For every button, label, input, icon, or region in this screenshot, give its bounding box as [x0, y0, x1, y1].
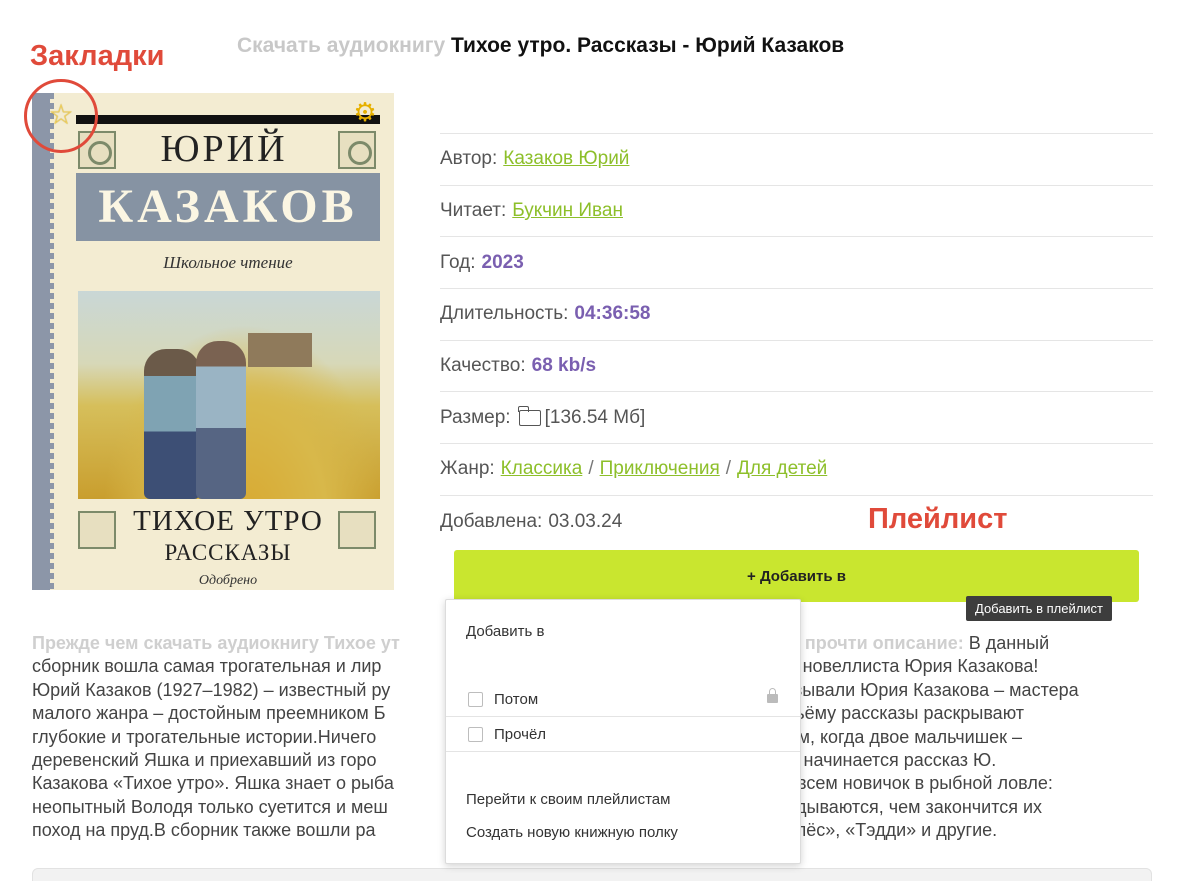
- info-row-genre: Жанр: Классика / Приключения / Для детей: [440, 444, 1153, 496]
- checkbox[interactable]: [468, 692, 483, 707]
- description-lead: Прежде чем скачать аудиокнигу Тихое ут: [32, 633, 400, 653]
- genre-label: Жанр:: [440, 458, 495, 480]
- go-to-playlists-link[interactable]: Перейти к своим плейлистам: [466, 791, 670, 808]
- add-to-playlist-tooltip: Добавить в плейлист: [966, 596, 1113, 621]
- folder-icon: [518, 405, 541, 426]
- description-text: глубокие и трогательные истории.Ничего: [32, 726, 377, 747]
- book-cover: ЮРИЙ КАЗАКОВ Школьное чтение ТИХОЕ УТРО …: [32, 93, 394, 590]
- info-row-year: Год: 2023: [440, 237, 1153, 290]
- cover-series: Школьное чтение: [163, 253, 293, 272]
- cover-figure-boy: [196, 341, 246, 499]
- author-label: Автор:: [440, 148, 498, 170]
- cover-illustration: [78, 291, 380, 499]
- genre-link-classics[interactable]: Классика: [501, 458, 583, 480]
- create-bookshelf-link[interactable]: Создать новую книжную полку: [466, 824, 678, 841]
- cover-figure-boy: [144, 349, 200, 499]
- duration-label: Длительность:: [440, 303, 569, 325]
- playlist-option-later[interactable]: Потом: [446, 683, 800, 717]
- info-row-added: Добавлена: 03.03.24: [440, 496, 1153, 548]
- quality-value: 68 kb/s: [531, 355, 597, 377]
- page-title: Скачать аудиокнигу Тихое утро. Рассказы …: [237, 34, 844, 58]
- checkbox[interactable]: [468, 727, 483, 742]
- bookmark-star-icon[interactable]: ☆: [46, 100, 76, 130]
- playlist-option-label: Потом: [494, 691, 539, 708]
- description-text: неопытный Володя только суетится и меш: [32, 796, 388, 817]
- playlist-option-label: Прочёл: [494, 726, 547, 743]
- size-value: [136.54 Мб]: [544, 406, 646, 428]
- quality-label: Качество:: [440, 355, 526, 377]
- year-value: 2023: [481, 251, 524, 273]
- gear-icon[interactable]: ⚙: [352, 99, 378, 125]
- bottom-panel: [32, 868, 1152, 881]
- annotation-bookmarks: Закладки: [30, 40, 165, 72]
- description-text: сборник вошла самая трогательная и лир: [32, 656, 382, 677]
- lock-icon: [767, 688, 778, 703]
- info-row-reader: Читает: Букчин Иван: [440, 186, 1153, 238]
- author-link[interactable]: Казаков Юрий: [503, 148, 629, 170]
- description-text: совсем новичок в рыбной ловле:: [777, 773, 1053, 794]
- add-to-playlist-button[interactable]: + Добавить в: [454, 550, 1139, 602]
- info-row-duration: Длительность: 04:36:58: [440, 289, 1153, 341]
- duration-value: 04:36:58: [574, 303, 651, 325]
- playlist-option-read[interactable]: Прочёл: [446, 718, 800, 752]
- info-row-author: Автор: Казаков Юрий: [440, 134, 1153, 186]
- description-text: малого жанра – достойным преемником Б: [32, 703, 386, 724]
- page-title-main: Тихое утро. Рассказы - Юрий Казаков: [451, 34, 845, 57]
- add-to-playlist-dropdown: Добавить в Потом Прочёл Перейти к своим …: [445, 599, 801, 864]
- added-label: Добавлена:: [440, 510, 543, 532]
- reader-label: Читает:: [440, 200, 507, 222]
- genre-link-adventure[interactable]: Приключения: [600, 458, 720, 480]
- description-text: Юрий Казаков (1927–1982) – известный ру: [32, 679, 391, 700]
- description-text: Казакова «Тихое утро». Яшка знает о рыба: [32, 773, 394, 794]
- year-label: Год:: [440, 251, 476, 273]
- genre-separator: /: [588, 458, 594, 480]
- book-info-list: Автор: Казаков Юрий Читает: Букчин Иван …: [440, 133, 1153, 548]
- description-text: объёму рассказы раскрывают: [773, 703, 1025, 724]
- description-text: го новеллиста Юрия Казакова!: [781, 656, 1039, 677]
- cover-subtitle: РАССКАЗЫ: [164, 540, 292, 565]
- dropdown-header: Добавить в: [466, 623, 545, 640]
- cover-approved: Одобрено: [198, 573, 258, 588]
- description-text: деревенский Яшка и приехавший из горо: [32, 750, 377, 771]
- reader-link[interactable]: Букчин Иван: [512, 200, 623, 222]
- description-text: поход на пруд.В сборник также вошли ра: [32, 820, 376, 841]
- added-value: 03.03.24: [548, 510, 623, 532]
- cover-title: ТИХОЕ УТРО: [133, 505, 323, 537]
- description-text: называли Юрия Казакова – мастера: [774, 679, 1079, 700]
- cover-author-last: КАЗАКОВ: [98, 180, 358, 233]
- genre-separator: /: [725, 458, 732, 480]
- info-row-size: Размер: [136.54 Мб]: [440, 392, 1153, 445]
- info-row-quality: Качество: 68 kb/s: [440, 341, 1153, 393]
- description-text: В данный: [968, 633, 1050, 653]
- size-label: Размер:: [440, 406, 511, 428]
- description-text: гадываются, чем закончится их: [779, 796, 1043, 817]
- genre-link-kids[interactable]: Для детей: [737, 458, 827, 480]
- page-title-prefix: Скачать аудиокнигу: [237, 34, 446, 57]
